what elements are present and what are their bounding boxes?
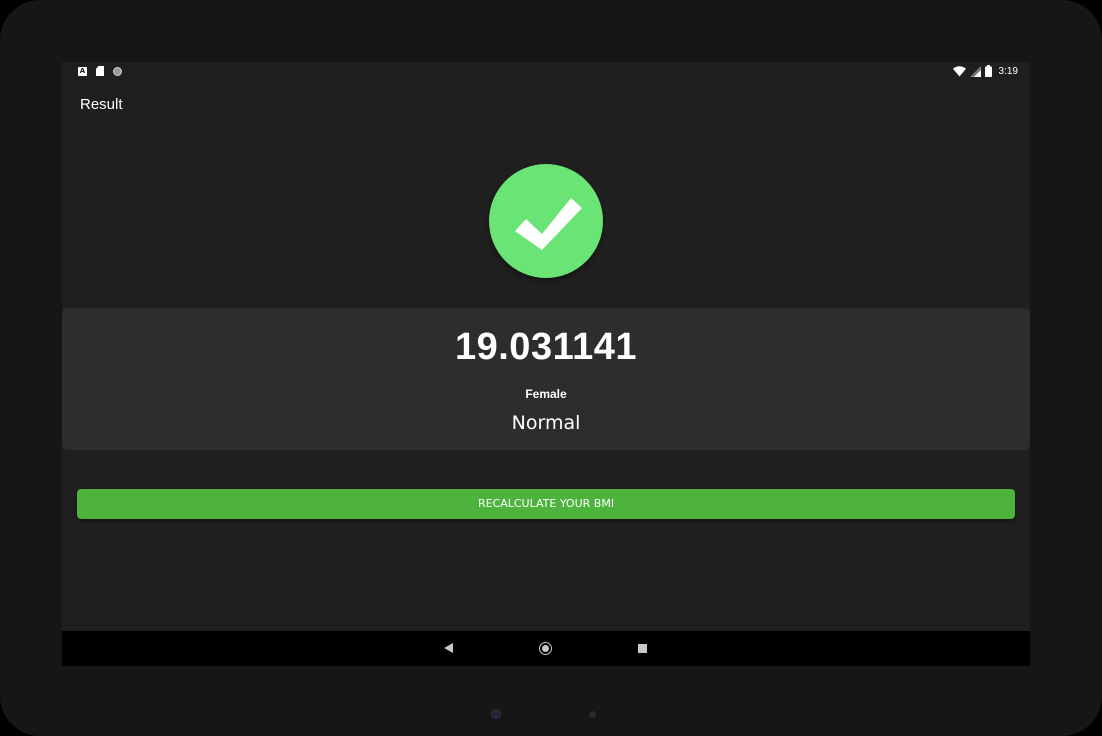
gender-label: Female [525,387,567,401]
sd-card-icon [96,66,104,76]
signal-icon [969,65,981,77]
bmi-value: 19.031141 [454,326,638,368]
check-circle-icon [489,164,603,278]
front-camera [491,709,501,719]
home-icon[interactable] [539,642,552,655]
sync-circle-icon [113,66,122,76]
battery-icon [984,65,992,77]
a-icon: A [78,66,87,76]
tablet-frame: A 3:19 Result 19.031141 Female Normal RE… [0,0,1102,736]
sensor [589,711,596,718]
checkmark-icon [515,198,582,250]
app-screen: A 3:19 Result 19.031141 Female Normal RE… [62,62,1030,666]
recents-icon[interactable] [638,644,647,653]
notification-icons: A [78,66,122,76]
status-bar: A 3:19 [62,62,1030,80]
back-icon[interactable] [444,643,453,653]
wifi-icon [952,65,966,76]
navigation-bar [62,631,1030,666]
bmi-category-label: Normal [511,412,581,434]
result-card: 19.031141 Female Normal [62,308,1030,450]
recalculate-bmi-button[interactable]: RECALCULATE YOUR BMI [77,489,1015,519]
page-title: Result [80,96,123,113]
status-time: 3:19 [998,65,1018,77]
system-icons: 3:19 [952,65,1018,77]
